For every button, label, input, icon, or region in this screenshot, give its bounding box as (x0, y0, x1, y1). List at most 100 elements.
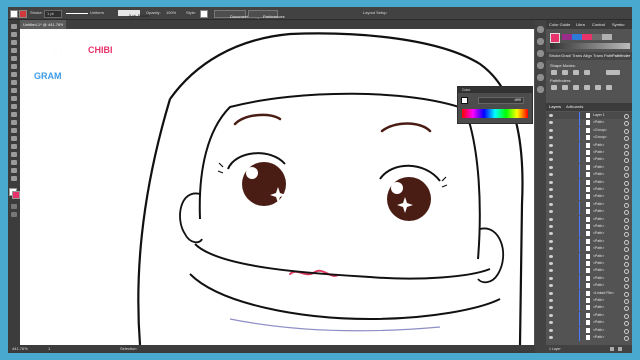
layer-name[interactable]: <Path> (593, 119, 604, 126)
visibility-eye-icon[interactable] (549, 165, 553, 169)
free-transform-tool-icon[interactable] (11, 136, 17, 141)
layer-name[interactable]: <Path> (593, 334, 604, 341)
layer-sublayer-row[interactable]: <Path> (546, 119, 632, 127)
layer-name[interactable]: <Path> (593, 267, 604, 274)
layer-sublayer-row[interactable]: <Path> (546, 230, 632, 238)
layer-target-icon[interactable] (624, 225, 629, 230)
layer-sublayer-row[interactable]: <Path> (546, 267, 632, 275)
visibility-eye-icon[interactable] (549, 128, 553, 132)
visibility-eye-icon[interactable] (549, 202, 553, 206)
layer-sublayer-row[interactable]: <Path> (546, 245, 632, 253)
visibility-eye-icon[interactable] (549, 276, 553, 280)
layer-name[interactable]: <Group> (593, 127, 607, 134)
layer-sublayer-row[interactable]: <Path> (546, 193, 632, 201)
visibility-eye-icon[interactable] (549, 195, 553, 199)
layer-target-icon[interactable] (624, 188, 629, 193)
harmony-colors[interactable] (562, 34, 622, 40)
magic-wand-tool-icon[interactable] (11, 40, 17, 45)
layer-sublayer-row[interactable]: <Path> (546, 149, 632, 156)
zoom-level[interactable]: 441.76% (12, 345, 28, 353)
layer-name[interactable]: <Path> (593, 216, 604, 223)
unite-icon[interactable] (551, 70, 557, 75)
layer-name[interactable]: <Path> (593, 179, 604, 186)
visibility-eye-icon[interactable] (549, 173, 553, 177)
layer-name[interactable]: <Path> (593, 304, 604, 311)
tab-gradient[interactable]: Gradi (561, 52, 571, 60)
tab-stroke[interactable]: Stroke (549, 52, 561, 60)
visibility-eye-icon[interactable] (549, 269, 553, 273)
layer-sublayer-row[interactable]: <Group> (546, 126, 632, 134)
layer-row-top[interactable]: Layer 1 (546, 112, 632, 119)
layer-sublayer-row[interactable]: <Group> (546, 134, 632, 142)
layer-name[interactable]: <Path> (593, 312, 604, 319)
layer-name[interactable]: <Path> (593, 238, 604, 245)
layer-sublayer-row[interactable]: <Path> (546, 274, 632, 282)
layer-target-icon[interactable] (624, 136, 629, 142)
intersect-icon[interactable] (573, 70, 579, 75)
layer-target-icon[interactable] (624, 173, 629, 179)
variable-width-preview[interactable] (66, 13, 88, 14)
variation-grid[interactable] (550, 43, 630, 49)
layer-name[interactable]: <Path> (593, 208, 604, 215)
preferences-button[interactable]: Preferences (248, 10, 285, 19)
layer-name[interactable]: <Path> (593, 164, 604, 171)
shape-builder-tool-icon[interactable] (11, 144, 17, 149)
line-tool-icon[interactable] (11, 72, 17, 77)
layer-sublayer-row[interactable]: <Path> (546, 260, 632, 267)
pencil-tool-icon[interactable] (11, 96, 17, 101)
layer-name[interactable]: <Path> (593, 253, 604, 260)
layer-target-icon[interactable] (624, 336, 629, 341)
visibility-eye-icon[interactable] (549, 328, 553, 332)
layer-target-icon[interactable] (624, 210, 629, 216)
layer-name[interactable]: <Path> (593, 260, 604, 267)
layer-target-icon[interactable] (624, 291, 629, 297)
layer-sublayer-row[interactable]: <Path> (546, 304, 632, 312)
stroke-weight-field[interactable]: 1 pt (44, 10, 62, 18)
layer-target-icon[interactable] (624, 128, 629, 134)
tab-artboards[interactable]: Artboards (566, 103, 583, 111)
draw-mode-icon[interactable] (11, 204, 17, 209)
layer-sublayer-row[interactable]: <Path> (546, 156, 632, 164)
layer-sublayer-row[interactable]: <Path> (546, 319, 632, 327)
layer-target-icon[interactable] (624, 299, 629, 304)
direct-selection-tool-icon[interactable] (11, 32, 17, 37)
hex-input[interactable]: #fffff (478, 97, 524, 104)
layer-sublayer-row[interactable]: <Path> (546, 326, 632, 334)
stroke-color-icon[interactable] (12, 191, 20, 199)
layer-name[interactable]: <Path> (593, 245, 604, 252)
layer-name[interactable]: <Linked File> (593, 290, 614, 297)
layer-sublayer-row[interactable]: <Path> (546, 311, 632, 319)
layer-target-icon[interactable] (624, 276, 629, 282)
tab-color-guide[interactable]: Color Guide (549, 20, 570, 29)
rotate-tool-icon[interactable] (11, 112, 17, 117)
layer-sublayer-row[interactable]: <Path> (546, 334, 632, 341)
layer-name[interactable]: <Path> (593, 149, 604, 156)
visibility-eye-icon[interactable] (549, 114, 553, 117)
layer-sublayer-row[interactable]: <Path> (546, 223, 632, 230)
document-setup-button[interactable]: Document Setup (214, 10, 260, 19)
width-tool-icon[interactable] (11, 128, 17, 133)
visibility-eye-icon[interactable] (549, 284, 553, 288)
scale-tool-icon[interactable] (11, 120, 17, 125)
layer-sublayer-row[interactable]: <Linked File> (546, 289, 632, 297)
layer-sublayer-row[interactable]: <Path> (546, 200, 632, 208)
paintbrush-tool-icon[interactable] (11, 88, 17, 93)
style-swatch[interactable] (200, 10, 208, 18)
visibility-eye-icon[interactable] (549, 217, 553, 221)
visibility-eye-icon[interactable] (549, 291, 553, 295)
layer-target-icon[interactable] (624, 262, 629, 267)
layer-name[interactable]: <Group> (593, 134, 607, 141)
layer-target-icon[interactable] (624, 232, 629, 238)
color-panel[interactable]: Color #fffff (457, 86, 533, 124)
visibility-eye-icon[interactable] (549, 136, 553, 140)
rectangle-tool-icon[interactable] (11, 80, 17, 85)
visibility-eye-icon[interactable] (549, 210, 553, 214)
type-tool-icon[interactable] (11, 64, 17, 69)
layer-name[interactable]: <Path> (593, 223, 604, 230)
artboard-number[interactable]: 1 (48, 345, 50, 353)
layer-target-icon[interactable] (624, 151, 629, 156)
tab-transform[interactable]: Trans (593, 52, 603, 60)
layer-target-icon[interactable] (624, 254, 629, 260)
current-tool-label[interactable]: Selection (120, 345, 136, 353)
visibility-eye-icon[interactable] (549, 254, 553, 258)
